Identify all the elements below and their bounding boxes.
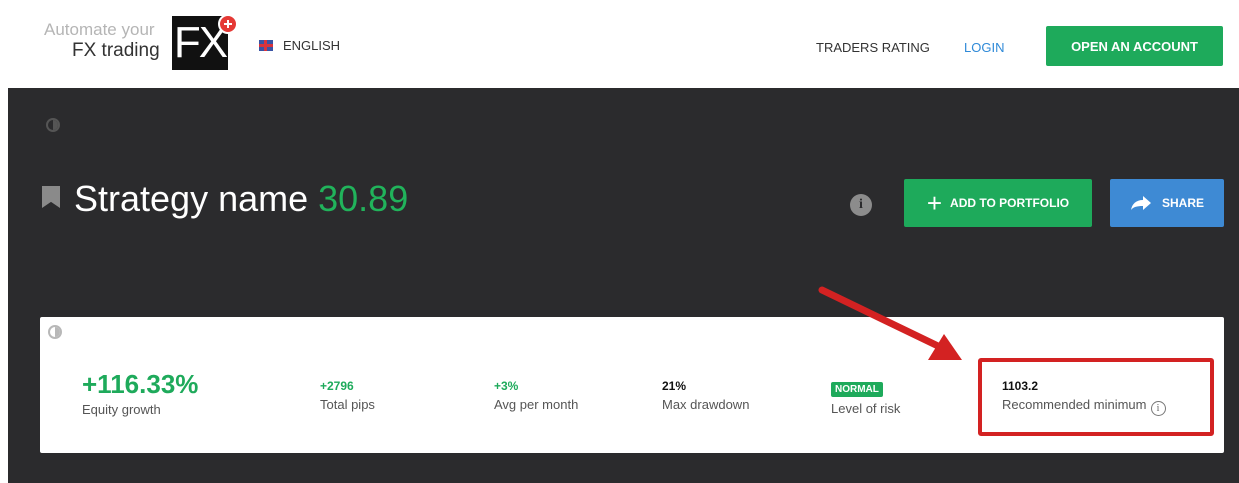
info-icon[interactable]: i [850,194,872,216]
stat-value: +116.33% [82,369,199,399]
strategy-title: Strategy name 30.89 [74,178,408,220]
stat-label: Level of risk [831,401,901,416]
stat-label: Total pips [320,397,375,412]
strategy-name: Strategy name [74,178,309,219]
strategy-score: 30.89 [318,178,409,219]
share-label: SHARE [1161,196,1204,210]
add-to-portfolio-label: ADD TO PORTFOLIO [950,196,1070,210]
annotation-arrow-icon [818,286,962,360]
stat-value: +3% [494,379,519,393]
uk-flag-icon [259,40,273,51]
stat-label: Avg per month [494,397,579,412]
logo[interactable]: Automate your FX trading FX [40,14,240,74]
page: Automate your FX trading FX ENGLISH TRAD… [0,0,1239,483]
logo-tagline-line1: Automate your [44,20,155,39]
stat-avg-per-month: +3% Avg per month [494,379,578,412]
top-header: Automate your FX trading FX ENGLISH TRAD… [0,0,1239,88]
language-label: ENGLISH [283,38,341,53]
stat-max-drawdown: 21% Max drawdown [662,379,749,412]
stat-label: Equity growth [82,402,161,417]
nav-login[interactable]: LOGIN [964,40,1004,55]
plus-icon: + [926,188,943,218]
logo-plus-icon [218,14,238,34]
share-arrow-icon [1130,196,1151,210]
language-selector[interactable]: ENGLISH [259,38,340,53]
nav-traders-rating[interactable]: TRADERS RATING [816,40,930,55]
stat-level-of-risk: NORMAL Level of risk [831,379,900,416]
stat-label: Max drawdown [662,397,750,412]
stat-total-pips: +2796 Total pips [320,379,375,412]
stat-value: +2796 [320,379,354,393]
annotation-highlight-box [978,358,1214,436]
bookmark-icon[interactable] [42,186,60,208]
logo-tagline-line2: FX trading [72,40,160,61]
risk-badge-wrap: NORMAL [831,379,900,397]
risk-badge: NORMAL [831,382,883,397]
stat-value: 21% [662,379,687,393]
contrast-toggle-icon[interactable] [46,118,60,132]
stat-equity-growth: +116.33% Equity growth [82,369,198,417]
add-to-portfolio-button[interactable]: + ADD TO PORTFOLIO [904,179,1092,227]
share-button[interactable]: SHARE [1110,179,1224,227]
open-account-button[interactable]: OPEN AN ACCOUNT [1046,26,1223,66]
contrast-toggle-icon[interactable] [48,325,62,339]
